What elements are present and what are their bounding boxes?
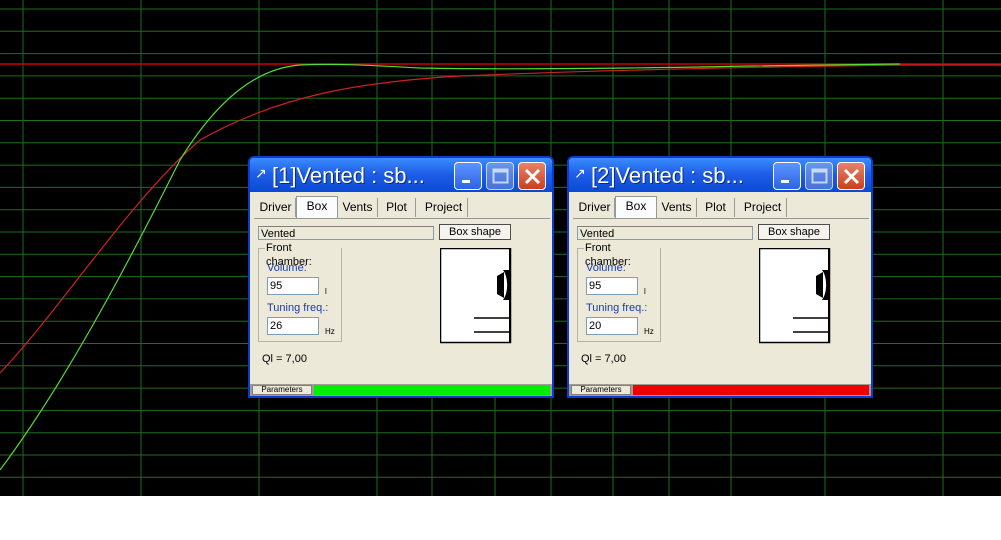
volume-field[interactable]: 95 bbox=[586, 277, 638, 295]
volume-unit: l bbox=[644, 287, 646, 296]
tab-plot[interactable]: Plot bbox=[697, 198, 735, 217]
front-chamber-group: Front chamber: Volume: 95 l Tuning freq.… bbox=[258, 241, 342, 342]
box-shape-button[interactable]: Box shape bbox=[439, 224, 511, 240]
tuning-freq-field[interactable]: 20 bbox=[586, 317, 638, 335]
minimize-icon bbox=[462, 180, 470, 183]
box-type-select[interactable]: Vented bbox=[577, 226, 753, 240]
tuning-freq-label: Tuning freq.: bbox=[586, 302, 648, 314]
box-preview-icon bbox=[759, 248, 831, 344]
box-shape-button[interactable]: Box shape bbox=[758, 224, 830, 240]
front-chamber-group: Front chamber: Volume: 95 l Tuning freq.… bbox=[577, 241, 661, 342]
status-bar: Parameters bbox=[250, 384, 552, 396]
minimize-icon bbox=[781, 180, 789, 183]
tab-vents[interactable]: Vents bbox=[338, 198, 378, 217]
maximize-icon bbox=[811, 168, 828, 184]
tuning-freq-unit: Hz bbox=[325, 327, 335, 336]
close-button[interactable] bbox=[518, 162, 546, 190]
tab-project[interactable]: Project bbox=[739, 198, 787, 217]
tab-plot[interactable]: Plot bbox=[378, 198, 416, 217]
parameters-tab[interactable]: Parameters bbox=[252, 385, 312, 395]
tab-driver[interactable]: Driver bbox=[575, 198, 615, 217]
volume-label: Volume: bbox=[586, 262, 626, 274]
tuning-freq-field[interactable]: 26 bbox=[267, 317, 319, 335]
close-icon bbox=[524, 168, 541, 185]
box-preview-icon bbox=[440, 248, 512, 344]
tuning-freq-unit: Hz bbox=[644, 327, 654, 336]
app-icon: ↗ bbox=[255, 166, 267, 182]
maximize-button[interactable] bbox=[486, 162, 514, 190]
tab-box[interactable]: Box bbox=[615, 196, 657, 218]
app-icon: ↗ bbox=[574, 166, 586, 182]
ql-value: Ql = 7,00 bbox=[262, 353, 307, 365]
tab-box[interactable]: Box bbox=[296, 196, 338, 218]
maximize-icon bbox=[492, 168, 509, 184]
vented-box-window-2[interactable]: ↗ [2]Vented : sb... Driver Box Vents Plo… bbox=[567, 156, 873, 398]
status-bar: Parameters bbox=[569, 384, 871, 396]
tuning-freq-label: Tuning freq.: bbox=[267, 302, 329, 314]
volume-label: Volume: bbox=[267, 262, 307, 274]
status-indicator bbox=[314, 385, 550, 395]
tab-strip: Driver Box Vents Plot Project bbox=[573, 196, 869, 219]
close-button[interactable] bbox=[837, 162, 865, 190]
parameters-tab[interactable]: Parameters bbox=[571, 385, 631, 395]
box-type-select[interactable]: Vented bbox=[258, 226, 434, 240]
tab-strip: Driver Box Vents Plot Project bbox=[254, 196, 550, 219]
vented-box-window-1[interactable]: ↗ [1]Vented : sb... Driver Box Vents Plo… bbox=[248, 156, 554, 398]
tab-driver[interactable]: Driver bbox=[256, 198, 296, 217]
tab-vents[interactable]: Vents bbox=[657, 198, 697, 217]
tab-project[interactable]: Project bbox=[420, 198, 468, 217]
minimize-button[interactable] bbox=[454, 162, 482, 190]
window-titlebar[interactable]: ↗ [1]Vented : sb... bbox=[250, 158, 552, 192]
minimize-button[interactable] bbox=[773, 162, 801, 190]
maximize-button[interactable] bbox=[805, 162, 833, 190]
ql-value: Ql = 7,00 bbox=[581, 353, 626, 365]
window-title: [1]Vented : sb... bbox=[272, 163, 425, 188]
volume-field[interactable]: 95 bbox=[267, 277, 319, 295]
status-indicator bbox=[633, 385, 869, 395]
volume-unit: l bbox=[325, 287, 327, 296]
window-title: [2]Vented : sb... bbox=[591, 163, 744, 188]
window-titlebar[interactable]: ↗ [2]Vented : sb... bbox=[569, 158, 871, 192]
close-icon bbox=[843, 168, 860, 185]
